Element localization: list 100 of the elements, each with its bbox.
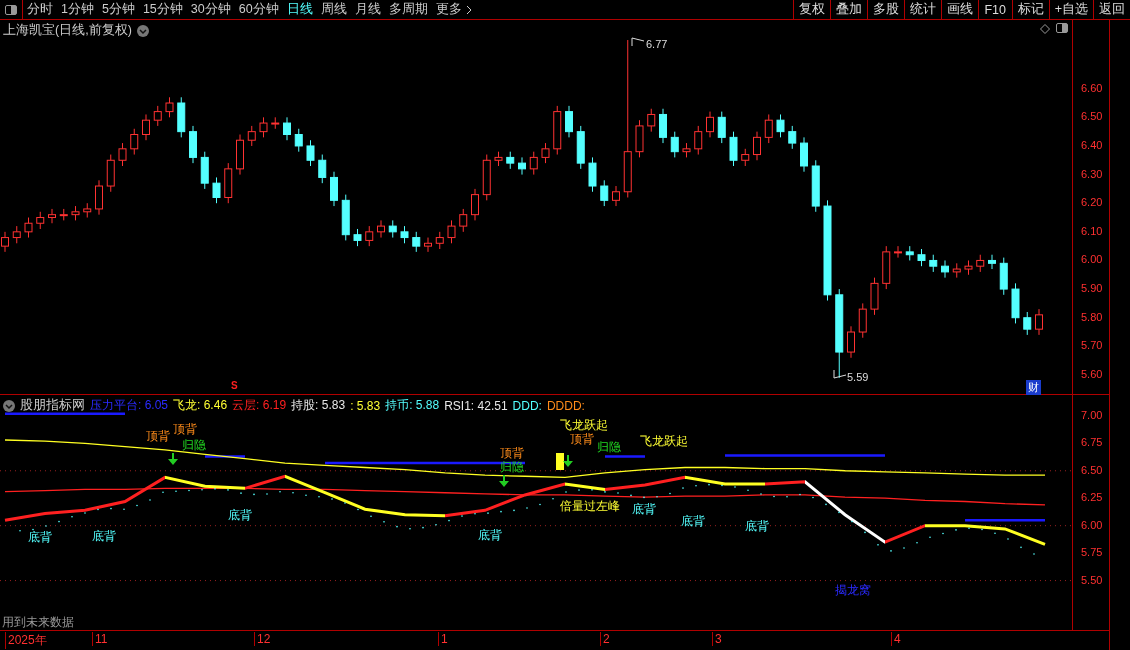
candle <box>212 176 221 204</box>
warning-note: 用到未来数据 <box>2 614 74 631</box>
candle <box>165 96 174 118</box>
candle <box>741 148 750 167</box>
finance-badge[interactable]: 财 <box>1026 380 1041 395</box>
candle <box>800 136 808 173</box>
period-tab[interactable]: 日线 <box>282 0 317 19</box>
candle <box>494 151 503 167</box>
candle <box>153 105 162 127</box>
candle <box>635 119 644 158</box>
toolbar-button[interactable]: 叠加 <box>829 0 867 19</box>
toolbar-button[interactable]: 复权 <box>792 0 830 19</box>
candle <box>447 219 456 244</box>
candle <box>106 154 115 193</box>
candle <box>952 262 961 279</box>
candle <box>236 134 244 176</box>
candle <box>247 125 256 147</box>
signal-label: 底背 <box>632 503 656 515</box>
toolbar-button[interactable]: F10 <box>977 0 1012 19</box>
period-tab[interactable]: 5分钟 <box>97 0 139 19</box>
price-axis-label: 5.90 <box>1081 282 1103 295</box>
candle <box>259 116 268 138</box>
candle <box>59 208 68 221</box>
candle <box>48 208 56 224</box>
period-tab[interactable]: 更多 <box>431 0 476 19</box>
price-axis-label: 6.00 <box>1081 253 1103 266</box>
candle <box>224 162 233 204</box>
period-tab[interactable]: 30分钟 <box>186 0 235 19</box>
indicator-value: RSI1: 42.51 <box>444 398 508 413</box>
candle <box>600 179 609 207</box>
candle <box>365 225 374 247</box>
candle <box>706 111 714 138</box>
candle <box>36 211 45 230</box>
chevron-icon <box>465 4 472 15</box>
candle <box>870 277 879 316</box>
period-tab[interactable]: 60分钟 <box>234 0 283 19</box>
candle <box>694 125 703 156</box>
signal-label: 底背 <box>92 530 116 542</box>
dropdown-icon[interactable] <box>136 24 149 37</box>
indicator-value: : 5.83 <box>350 398 381 413</box>
toolbar-button[interactable]: 返回 <box>1093 0 1130 19</box>
candle <box>553 105 562 156</box>
price-axis-label: 6.20 <box>1081 196 1103 209</box>
sell-signal: S <box>231 380 238 391</box>
signal-label: 底背 <box>681 515 705 527</box>
signal-label: 飞龙跃起 <box>640 435 688 447</box>
toolbar-button[interactable]: +自选 <box>1048 0 1093 19</box>
candle <box>294 128 303 153</box>
toolbar-button[interactable]: 画线 <box>940 0 978 19</box>
period-tab[interactable]: 15分钟 <box>138 0 187 19</box>
signal-label: 底背 <box>478 529 502 541</box>
date-label: 2025年 <box>5 632 47 649</box>
signal-label: 揭龙窝 <box>835 584 871 596</box>
diamond-icon[interactable] <box>1040 24 1050 34</box>
period-tab[interactable]: 1分钟 <box>57 0 98 19</box>
toolbar-button[interactable]: 标记 <box>1011 0 1049 19</box>
date-label: 2 <box>600 632 610 646</box>
toolbar-button[interactable]: 统计 <box>903 0 941 19</box>
signal-label: 倍量过左峰 <box>560 500 620 512</box>
date-label: 4 <box>891 632 901 646</box>
candle <box>1011 282 1020 324</box>
candle <box>659 108 667 144</box>
candle <box>894 245 902 259</box>
date-label: 1 <box>438 632 448 646</box>
signal-label: 归隐 <box>597 441 621 453</box>
candle <box>882 245 891 290</box>
panel-toggle-icon[interactable] <box>1056 23 1068 33</box>
candle <box>811 159 820 213</box>
leader-line <box>631 37 645 47</box>
candle <box>917 248 926 267</box>
period-tab[interactable]: 多周期 <box>384 0 432 19</box>
candle <box>142 113 150 141</box>
candle <box>435 231 444 250</box>
high-price-label: 6.77 <box>646 38 668 50</box>
price-axis-label: 5.60 <box>1081 367 1103 380</box>
candle <box>1023 311 1032 336</box>
candle <box>612 185 620 207</box>
signal-label: 底背 <box>228 509 252 521</box>
candle <box>999 257 1008 296</box>
candle <box>24 217 33 239</box>
signal-label: 顶背 <box>173 423 197 435</box>
dropdown-icon[interactable] <box>3 399 15 412</box>
candle <box>858 302 867 339</box>
candle <box>200 151 209 190</box>
candle <box>12 225 21 244</box>
period-tab[interactable]: 周线 <box>316 0 351 19</box>
candle <box>71 205 80 221</box>
toolbar-button[interactable]: 多股 <box>866 0 904 19</box>
candle <box>189 125 197 164</box>
period-tab[interactable]: 分时 <box>23 0 57 19</box>
indicator-value: 云层: 6.19 <box>232 397 287 414</box>
candle <box>459 208 468 233</box>
indicator-name: 股朋指标网 <box>20 397 85 414</box>
candle <box>964 259 973 276</box>
signal-bar <box>556 453 564 470</box>
price-axis-label: 6.50 <box>1081 110 1103 123</box>
period-tab[interactable]: 月线 <box>350 0 385 19</box>
indicator-value: DDDD: <box>546 398 585 413</box>
candle <box>764 113 773 144</box>
candle <box>283 116 291 141</box>
